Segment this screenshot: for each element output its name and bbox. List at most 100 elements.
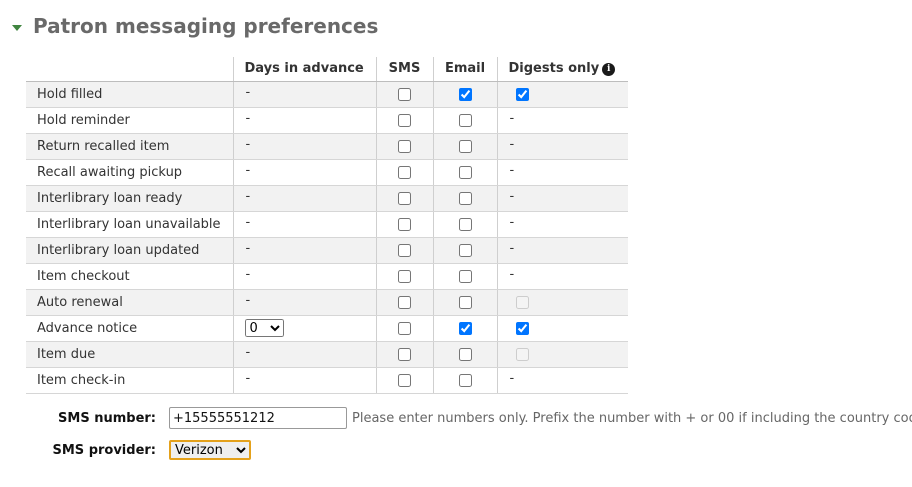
- digest-value: -: [496, 133, 628, 160]
- sms-checkbox[interactable]: [398, 191, 411, 205]
- email-checkbox[interactable]: [458, 321, 472, 335]
- days-in-advance-value: -: [232, 185, 376, 212]
- email-cell: [432, 263, 497, 290]
- sms-provider-label: SMS provider:: [52, 442, 157, 458]
- email-cell: [432, 211, 497, 238]
- message-name: Hold reminder: [26, 107, 233, 134]
- digest-value: -: [496, 211, 628, 238]
- email-cell: [432, 159, 497, 186]
- email-checkbox[interactable]: [458, 295, 472, 309]
- email-checkbox[interactable]: [458, 165, 472, 179]
- info-icon[interactable]: i: [602, 63, 616, 77]
- table-row: Interlibrary loan ready - -: [26, 185, 628, 212]
- digest-cell: [496, 81, 628, 108]
- email-checkbox[interactable]: [458, 217, 472, 231]
- days-in-advance-value: -: [232, 289, 376, 316]
- sms-checkbox[interactable]: [398, 165, 411, 179]
- table-header-row: Days in advance SMS Email Digests only i: [26, 57, 628, 82]
- message-name: Item checkout: [26, 263, 233, 290]
- message-name: Interlibrary loan unavailable: [26, 211, 233, 238]
- sms-checkbox[interactable]: [398, 269, 411, 283]
- days-in-advance-value: -: [232, 107, 376, 134]
- table-body: Hold filled - Hold reminder - - Return recall…: [26, 81, 628, 394]
- sms-checkbox[interactable]: [398, 139, 411, 153]
- table-row: Interlibrary loan updated - -: [26, 237, 628, 264]
- sms-cell: [375, 367, 433, 394]
- digest-cell: [496, 341, 628, 368]
- message-name: Interlibrary loan updated: [26, 237, 233, 264]
- sms-number-label: SMS number:: [58, 410, 156, 426]
- digest-value: -: [496, 159, 628, 186]
- message-name: Hold filled: [26, 81, 233, 108]
- email-cell: [432, 367, 497, 394]
- digest-cell: [496, 289, 628, 316]
- section-title: Patron messaging preferences: [33, 14, 379, 38]
- digest-value: -: [496, 367, 628, 394]
- email-checkbox[interactable]: [458, 87, 472, 101]
- email-checkbox[interactable]: [458, 191, 472, 205]
- email-cell: [432, 237, 497, 264]
- table-row: Auto renewal -: [26, 289, 628, 316]
- email-cell: [432, 341, 497, 368]
- email-cell: [432, 81, 497, 108]
- header-digests-label: Digests only: [508, 61, 600, 77]
- message-name: Interlibrary loan ready: [26, 185, 233, 212]
- email-cell: [432, 185, 497, 212]
- sms-cell: [375, 341, 433, 368]
- sms-number-hint: Please enter numbers only. Prefix the nu…: [352, 410, 912, 426]
- header-days-in-advance: Days in advance: [232, 57, 376, 82]
- email-cell: [432, 289, 497, 316]
- table-row: Return recalled item - -: [26, 133, 628, 160]
- sms-cell: [375, 289, 433, 316]
- days-in-advance-value: -: [232, 211, 376, 238]
- days-in-advance-value: -: [232, 81, 376, 108]
- digest-checkbox: [515, 347, 529, 361]
- table-row: Hold reminder - -: [26, 107, 628, 134]
- sms-checkbox[interactable]: [398, 321, 411, 335]
- table-row: Interlibrary loan unavailable - -: [26, 211, 628, 238]
- sms-checkbox[interactable]: [398, 113, 411, 127]
- email-cell: [432, 107, 497, 134]
- digest-checkbox[interactable]: [515, 321, 529, 335]
- days-in-advance-select[interactable]: 0: [244, 319, 284, 337]
- sms-provider-select[interactable]: Verizon: [169, 440, 251, 460]
- sms-checkbox[interactable]: [398, 243, 411, 257]
- sms-cell: [375, 159, 433, 186]
- days-in-advance-value: -: [232, 237, 376, 264]
- email-cell: [432, 315, 497, 342]
- sms-cell: [375, 315, 433, 342]
- email-checkbox[interactable]: [458, 373, 472, 387]
- sms-provider-row: SMS provider: Verizon: [26, 440, 251, 460]
- sms-cell: [375, 81, 433, 108]
- sms-number-input[interactable]: [169, 407, 347, 429]
- email-checkbox[interactable]: [458, 269, 472, 283]
- message-name: Advance notice: [26, 315, 233, 342]
- email-checkbox[interactable]: [458, 347, 472, 361]
- digest-value: -: [496, 263, 628, 290]
- sms-checkbox[interactable]: [398, 87, 411, 101]
- sms-cell: [375, 211, 433, 238]
- section-heading[interactable]: Patron messaging preferences: [12, 12, 378, 40]
- header-digests-only: Digests only i: [496, 57, 628, 82]
- sms-checkbox[interactable]: [398, 347, 411, 361]
- header-email: Email: [432, 57, 497, 82]
- email-checkbox[interactable]: [458, 243, 472, 257]
- message-name: Item check-in: [26, 367, 233, 394]
- email-cell: [432, 133, 497, 160]
- table-row: Item checkout - -: [26, 263, 628, 290]
- sms-checkbox[interactable]: [398, 373, 411, 387]
- sms-cell: [375, 107, 433, 134]
- sms-checkbox[interactable]: [398, 295, 411, 309]
- email-checkbox[interactable]: [458, 139, 472, 153]
- table-row: Item check-in - -: [26, 367, 628, 394]
- sms-number-row: SMS number: Please enter numbers only. P…: [26, 407, 912, 429]
- message-name: Return recalled item: [26, 133, 233, 160]
- sms-checkbox[interactable]: [398, 217, 411, 231]
- message-name: Recall awaiting pickup: [26, 159, 233, 186]
- email-checkbox[interactable]: [458, 113, 472, 127]
- messaging-preferences-table: Days in advance SMS Email Digests only i …: [26, 57, 628, 394]
- sms-cell: [375, 237, 433, 264]
- digest-checkbox[interactable]: [515, 87, 529, 101]
- caret-down-icon[interactable]: [12, 24, 22, 31]
- days-in-advance-value: -: [232, 133, 376, 160]
